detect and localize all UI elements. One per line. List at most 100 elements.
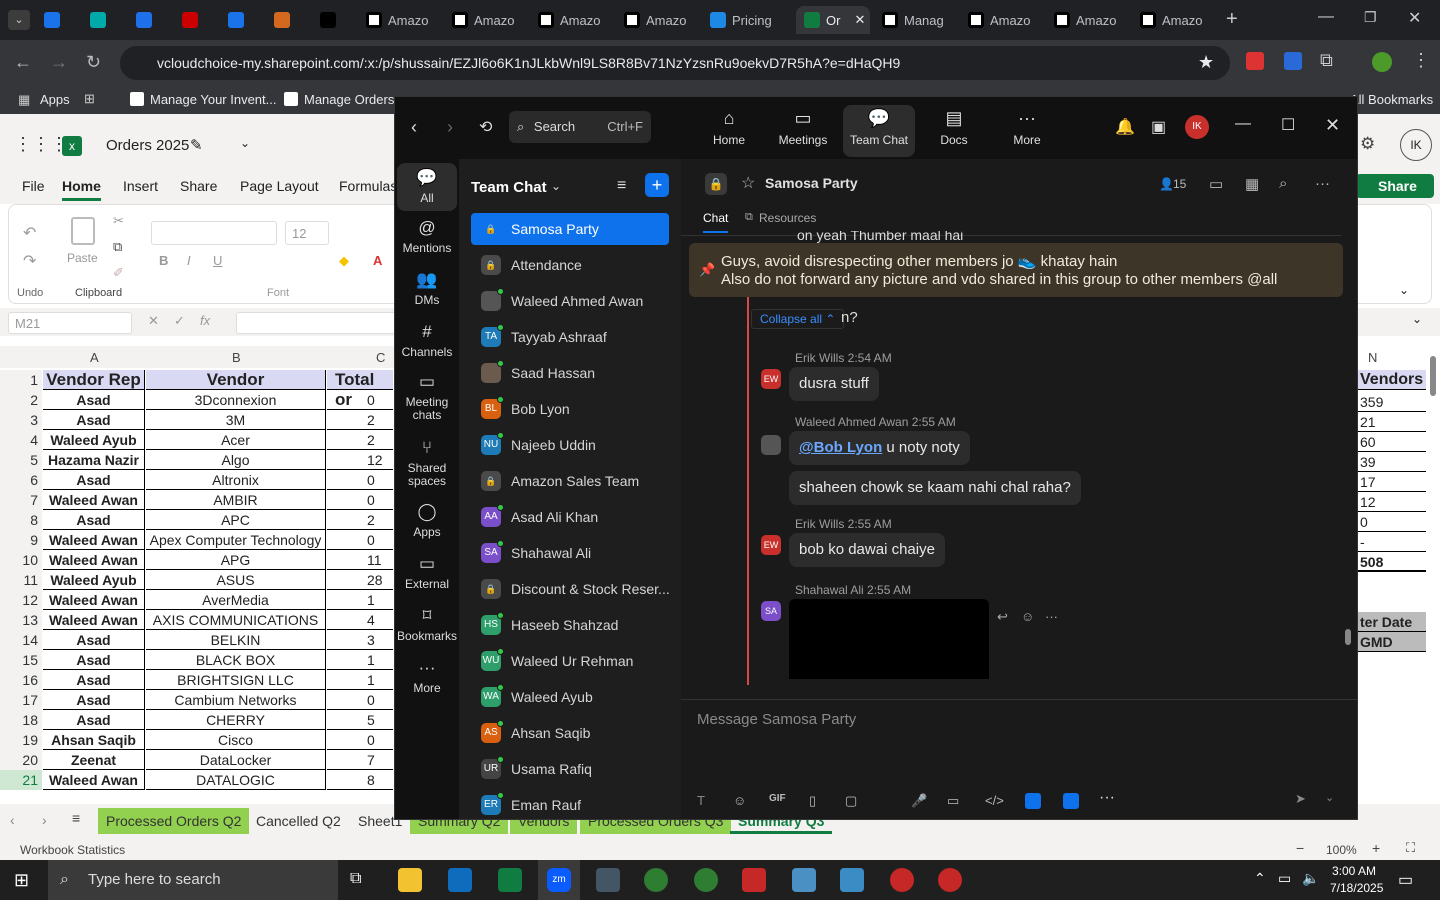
zoom-search-input[interactable]: ⌕ Search Ctrl+F — [509, 111, 651, 143]
row-number[interactable]: 9 — [0, 530, 42, 550]
cell[interactable]: Asad — [43, 630, 145, 650]
nav-docs[interactable]: ▤ Docs — [918, 107, 990, 147]
bookmark-apps[interactable]: Apps — [40, 92, 70, 107]
list-item[interactable]: Waleed Ahmed Awan — [471, 285, 669, 317]
bell-icon[interactable]: 🔔 — [1115, 117, 1135, 137]
paste-label[interactable]: Paste — [67, 251, 98, 265]
col-header-c[interactable]: C — [376, 350, 385, 365]
row-number[interactable]: 8 — [0, 510, 42, 530]
cell[interactable]: Waleed Awan — [43, 550, 145, 570]
cell[interactable]: DATALOGIC — [146, 770, 326, 790]
zoom-avatar[interactable]: IK — [1185, 115, 1209, 139]
app-icon[interactable] — [1025, 793, 1041, 809]
cell[interactable]: Waleed Awan — [43, 530, 145, 550]
cell[interactable]: 3 — [327, 630, 393, 650]
zoom-level[interactable]: 100% — [1326, 843, 1357, 857]
format-painter-icon[interactable]: ✐ — [113, 265, 124, 281]
channel-title[interactable]: Samosa Party — [765, 175, 858, 191]
cell[interactable]: 1 — [327, 590, 393, 610]
cell[interactable]: 1 — [327, 670, 393, 690]
back-icon[interactable]: ‹ — [411, 117, 417, 138]
browser-tab[interactable] — [320, 6, 336, 34]
list-item[interactable]: SA Shahawal Ali — [471, 537, 669, 569]
filezilla-icon[interactable] — [742, 868, 766, 892]
puzzle-icon[interactable]: ⧉ — [1320, 50, 1333, 71]
cell[interactable]: Waleed Ayub — [43, 570, 145, 590]
cell[interactable]: 0 — [1358, 512, 1426, 532]
close-tab-icon[interactable]: ✕ — [854, 12, 865, 28]
browser-tab[interactable] — [44, 6, 60, 34]
browser-tab[interactable] — [90, 6, 106, 34]
tab-share[interactable]: Share — [180, 178, 217, 194]
shared-image[interactable] — [789, 599, 989, 679]
browser-tab[interactable] — [182, 6, 198, 34]
new-chat-button[interactable]: + — [645, 173, 669, 197]
browser-tab[interactable]: Pricing — [710, 6, 792, 34]
reply-icon[interactable]: ↩ — [997, 609, 1008, 625]
network-icon[interactable]: ▭ — [1278, 870, 1291, 887]
row-number[interactable]: 2 — [0, 390, 42, 410]
cell[interactable]: - — [1358, 532, 1426, 552]
cell[interactable]: 0 — [327, 490, 393, 510]
cell[interactable]: 17 — [1358, 472, 1426, 492]
expand-formula-icon[interactable]: ⌄ — [1412, 312, 1422, 326]
message-bubble[interactable]: @Bob Lyon u noty noty — [789, 431, 970, 465]
cell[interactable]: 28 — [327, 570, 393, 590]
rail-item-more[interactable]: ··· More — [397, 657, 457, 695]
browser-tab[interactable]: Amazo — [1054, 6, 1136, 34]
more-options-icon[interactable]: ··· — [1045, 609, 1058, 624]
list-item[interactable]: BL Bob Lyon — [471, 393, 669, 425]
browser-tab[interactable]: Amazo — [538, 6, 620, 34]
cancel-icon[interactable]: ✕ — [148, 313, 159, 329]
cell[interactable]: Waleed Awan — [43, 590, 145, 610]
tab-search-icon[interactable]: ⌄ — [8, 10, 30, 30]
cell[interactable]: Waleed Awan — [43, 770, 145, 790]
rail-item-bookmarks[interactable]: ⌑ Bookmarks — [397, 605, 457, 643]
video-message-icon[interactable]: ▭ — [947, 793, 959, 809]
close-button[interactable]: ✕ — [1325, 115, 1340, 136]
more-options-icon[interactable]: ··· — [1315, 175, 1330, 192]
row-number[interactable]: 10 — [0, 550, 42, 570]
row-number[interactable]: 18 — [0, 710, 42, 730]
taskbar-date[interactable]: 7/18/2025 — [1330, 881, 1383, 895]
chrome-icon[interactable] — [694, 868, 718, 892]
cell[interactable]: 4 — [327, 610, 393, 630]
calendar-icon[interactable]: ▦ — [1245, 175, 1259, 193]
tab-home[interactable]: Home — [62, 178, 101, 201]
new-tab-button[interactable]: + — [1226, 8, 1238, 31]
list-item[interactable]: WA Waleed Ayub — [471, 681, 669, 713]
message-bubble[interactable]: dusra stuff — [789, 367, 879, 401]
member-count[interactable]: 15 — [1173, 177, 1186, 191]
emoji-icon[interactable]: ☺ — [733, 793, 746, 808]
rail-item-apps[interactable]: ◯ Apps — [397, 501, 457, 539]
workbook-title[interactable]: Orders 2025 — [106, 137, 189, 154]
paste-icon[interactable] — [71, 217, 95, 245]
cell[interactable]: APC — [146, 510, 326, 530]
cell[interactable]: 8 — [327, 770, 393, 790]
rail-item-all[interactable]: 💬 All — [397, 163, 457, 211]
app-icon[interactable] — [792, 868, 816, 892]
cell[interactable]: 3M — [146, 410, 326, 430]
formula-input[interactable] — [236, 312, 396, 334]
star-icon[interactable]: ☆ — [741, 173, 755, 193]
redo-icon[interactable]: ↷ — [23, 251, 36, 271]
cell[interactable]: 2 — [327, 410, 393, 430]
collapse-all-button[interactable]: Collapse all ⌃ — [751, 309, 845, 329]
cell[interactable]: 508 — [1358, 552, 1426, 572]
cell[interactable]: 0 — [327, 530, 393, 550]
row-number[interactable]: 11 — [0, 570, 42, 590]
rail-item-dms[interactable]: 👥 DMs — [397, 269, 457, 307]
header-cell[interactable]: Vendor Rep — [43, 370, 145, 390]
prev-sheet-icon[interactable]: ‹ — [10, 812, 15, 828]
screenshot-icon[interactable]: ▢ — [845, 793, 857, 809]
col-header-b[interactable]: B — [232, 350, 241, 365]
cell[interactable]: 1 — [327, 650, 393, 670]
cell[interactable]: 11 — [327, 550, 393, 570]
cell[interactable]: 7 — [327, 750, 393, 770]
mention[interactable]: @Bob Lyon — [799, 439, 882, 456]
all-bookmarks[interactable]: All Bookmarks — [1350, 92, 1433, 107]
list-item[interactable]: 🔒 Discount & Stock Reser... — [471, 573, 669, 605]
header-cell[interactable]: Vendors — [1358, 370, 1426, 390]
taskbar-time[interactable]: 3:00 AM — [1332, 864, 1376, 878]
row-number[interactable]: 5 — [0, 450, 42, 470]
